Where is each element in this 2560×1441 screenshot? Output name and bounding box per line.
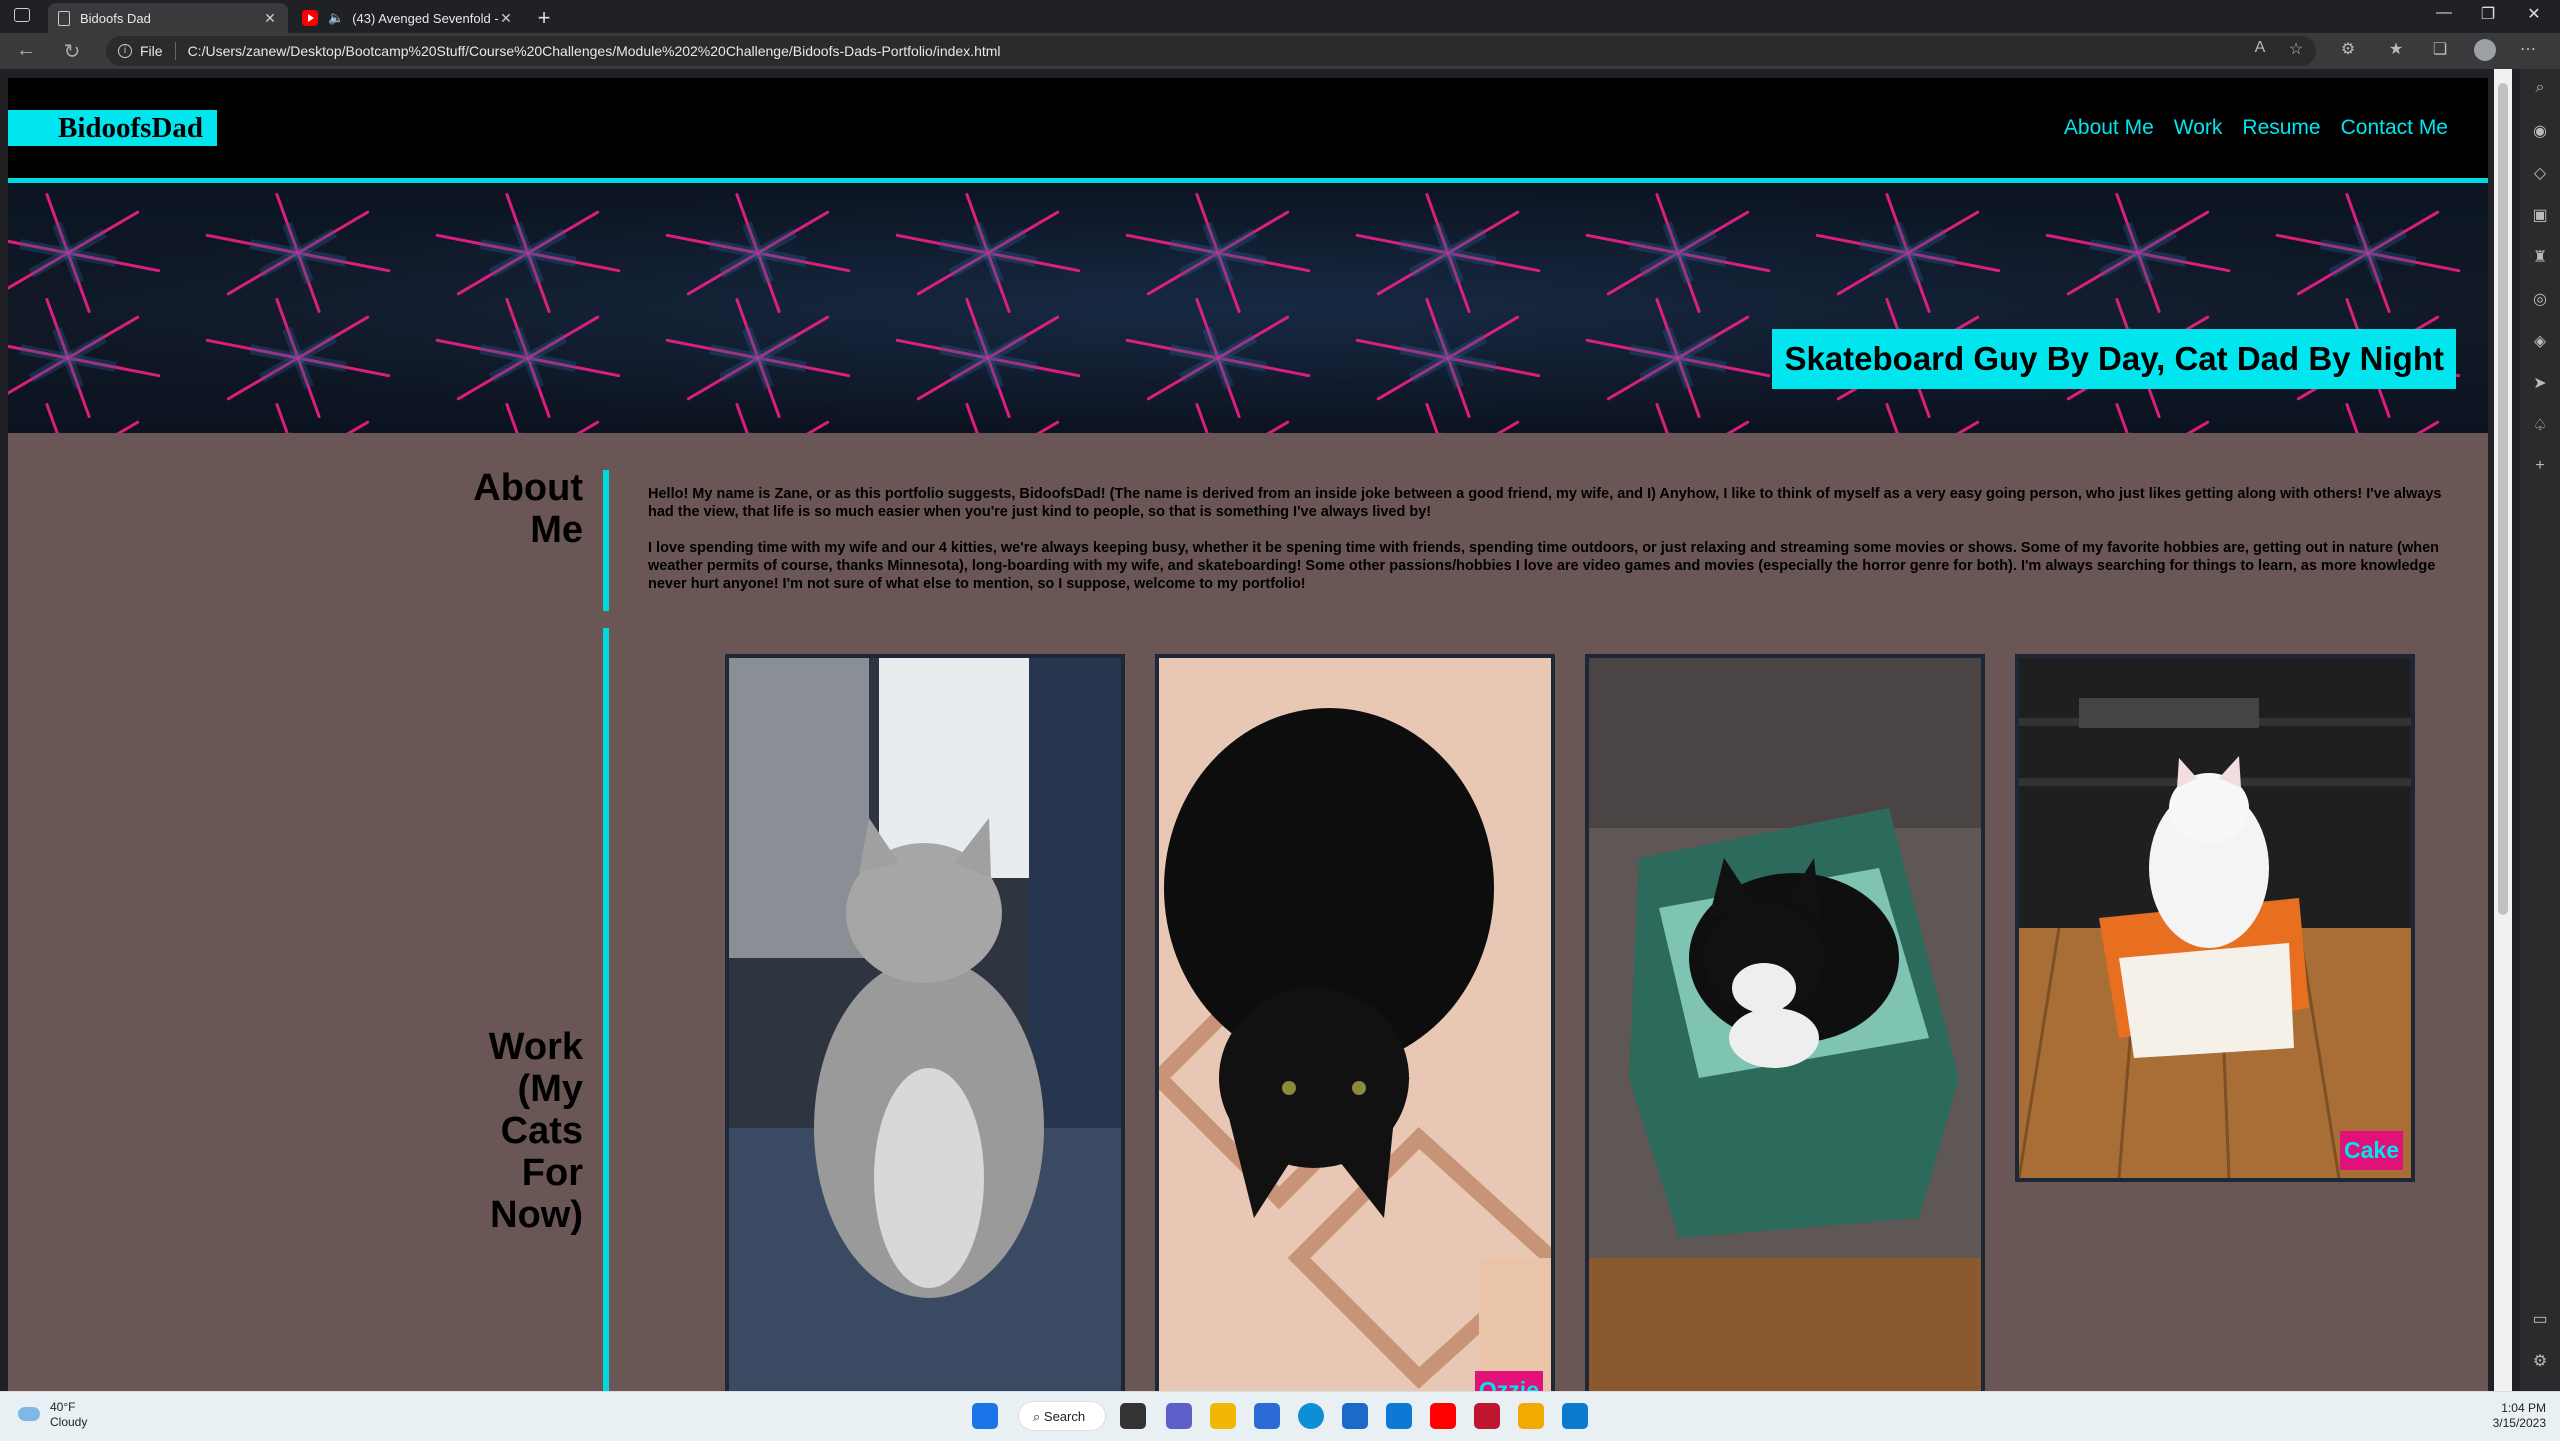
black-cat-photo xyxy=(1159,658,1551,1391)
briefcase-icon[interactable]: ▣ xyxy=(2520,205,2560,225)
geometric-pattern xyxy=(8,193,2461,433)
about-heading: About Me xyxy=(473,467,583,551)
weather-temp: 40°F xyxy=(50,1400,76,1414)
about-text: Hello! My name is Zane, or as this portf… xyxy=(648,485,2468,611)
search-label: Search xyxy=(1043,1409,1086,1424)
gray-tabby-cat-photo xyxy=(729,658,1121,1391)
back-icon[interactable]: ← xyxy=(12,39,40,62)
restore-icon[interactable]: ❐ xyxy=(2468,4,2508,24)
nav-resume[interactable]: Resume xyxy=(2242,116,2320,140)
games-icon[interactable]: ♜ xyxy=(2520,247,2560,267)
close-window-icon[interactable]: ✕ xyxy=(2514,4,2554,24)
bell-icon[interactable]: ♤ xyxy=(2520,415,2560,435)
office-icon[interactable]: ◈ xyxy=(2520,331,2560,351)
collections-icon[interactable]: ❏ xyxy=(2426,39,2454,59)
clock-date: 3/15/2023 xyxy=(2492,1416,2546,1430)
address-bar-row: ← ↻ i File C:/Users/zanew/Desktop/Bootca… xyxy=(0,33,2560,69)
tab-bidoofs-dad[interactable]: Bidoofs Dad ✕ xyxy=(48,3,288,33)
search-icon[interactable]: ⌕ xyxy=(2520,79,2560,97)
weather-desc: Cloudy xyxy=(50,1415,88,1429)
send-icon[interactable]: ➤ xyxy=(2520,373,2560,393)
tag-icon[interactable]: ◇ xyxy=(2520,163,2560,183)
settings-icon[interactable]: ⚙ xyxy=(2520,1351,2560,1371)
scheme-label: File xyxy=(140,43,163,59)
close-tab-icon[interactable]: ✕ xyxy=(498,10,514,27)
address-bar[interactable]: i File C:/Users/zanew/Desktop/Bootcamp%2… xyxy=(106,36,2316,66)
browser-sidebar: ⌕ ◉ ◇ ▣ ♜ ◎ ◈ ➤ ♤ + ▭ ⚙ xyxy=(2520,69,2560,1391)
file-explorer-icon[interactable] xyxy=(1210,1403,1236,1429)
url-text[interactable]: C:/Users/zanew/Desktop/Bootcamp%20Stuff/… xyxy=(188,43,1001,59)
youtube-icon[interactable] xyxy=(1430,1403,1456,1429)
tab-actions-icon[interactable] xyxy=(14,8,30,22)
add-favorite-icon[interactable]: ☆ xyxy=(2282,39,2310,59)
minimize-icon[interactable]: — xyxy=(2424,4,2464,22)
browser-tab-bar: Bidoofs Dad ✕ 🔈 (43) Avenged Sevenfold -… xyxy=(0,0,2560,33)
outlook-icon[interactable] xyxy=(1386,1403,1412,1429)
site-header: BidoofsDad About Me Work Resume Contact … xyxy=(8,78,2488,178)
youtube-icon xyxy=(302,10,318,26)
cat-label: Cake xyxy=(2340,1131,2403,1170)
nav-work[interactable]: Work xyxy=(2174,116,2223,140)
speaker-icon[interactable]: 🔈 xyxy=(328,10,344,26)
panel-icon[interactable]: ▭ xyxy=(2520,1309,2560,1329)
cat-card-tuxedo[interactable] xyxy=(1585,654,1985,1391)
portfolio-page: BidoofsDad About Me Work Resume Contact … xyxy=(8,78,2488,1391)
tuxedo-cat-photo xyxy=(1589,658,1981,1391)
nav-contact-me[interactable]: Contact Me xyxy=(2341,116,2448,140)
taskbar-search[interactable]: ⌕ Search xyxy=(1018,1401,1106,1431)
more-icon[interactable]: ⋯ xyxy=(2514,39,2542,59)
close-tab-icon[interactable]: ✕ xyxy=(262,10,278,27)
favorites-icon[interactable]: ★ xyxy=(2382,39,2410,59)
cat-label: Ozzie xyxy=(1474,1371,1543,1391)
info-icon[interactable]: i xyxy=(118,44,132,58)
app-icon[interactable] xyxy=(1518,1403,1544,1429)
page-icon xyxy=(58,10,70,26)
read-aloud-icon[interactable]: A xyxy=(2246,39,2274,57)
work-heading: Work (My Cats For Now) xyxy=(488,1026,583,1236)
profile-avatar[interactable] xyxy=(2474,39,2496,61)
circle-icon[interactable]: ◎ xyxy=(2520,289,2560,309)
white-cat-in-box-photo xyxy=(2019,658,2411,1178)
about-divider xyxy=(603,470,609,611)
mcafee-icon[interactable] xyxy=(1474,1403,1500,1429)
app-l-icon[interactable] xyxy=(1342,1403,1368,1429)
tab-youtube[interactable]: 🔈 (43) Avenged Sevenfold - N ✕ xyxy=(292,3,524,33)
cat-card-ozzie[interactable]: Ozzie xyxy=(1155,654,1555,1391)
nav-about-me[interactable]: About Me xyxy=(2064,116,2154,140)
weather-widget[interactable]: 40°F Cloudy xyxy=(18,1400,87,1430)
new-tab-button[interactable]: + xyxy=(530,5,558,31)
cat-card-cake[interactable]: Cake xyxy=(2015,654,2415,1182)
start-icon[interactable] xyxy=(972,1403,998,1429)
windows-taskbar: 40°F Cloudy ⌕ Search 1:04 PM 3/15/2023 xyxy=(0,1391,2560,1441)
about-paragraph: Hello! My name is Zane, or as this portf… xyxy=(648,486,2442,520)
cloud-icon xyxy=(18,1407,40,1421)
tab-title: Bidoofs Dad xyxy=(80,10,151,26)
work-divider xyxy=(603,628,609,1391)
tab-title: (43) Avenged Sevenfold - N xyxy=(352,10,498,26)
teams-chat-icon[interactable] xyxy=(1166,1403,1192,1429)
scrollbar-thumb[interactable] xyxy=(2498,83,2508,915)
add-icon[interactable]: + xyxy=(2520,457,2560,475)
edge-icon[interactable] xyxy=(1298,1403,1324,1429)
about-paragraph: I love spending time with my wife and ou… xyxy=(648,540,2440,592)
taskbar-clock[interactable]: 1:04 PM 3/15/2023 xyxy=(2493,1401,2546,1431)
hero-title: Skateboard Guy By Day, Cat Dad By Night xyxy=(1772,329,2456,389)
divider xyxy=(174,42,176,60)
store-icon[interactable] xyxy=(1254,1403,1280,1429)
site-logo[interactable]: BidoofsDad xyxy=(8,110,217,146)
clock-time: 1:04 PM xyxy=(2501,1401,2546,1415)
extensions-icon[interactable]: ⚙ xyxy=(2334,39,2362,59)
hero-banner: Skateboard Guy By Day, Cat Dad By Night xyxy=(8,183,2488,433)
vscode-icon[interactable] xyxy=(1562,1403,1588,1429)
page-scrollbar[interactable] xyxy=(2494,69,2512,1391)
task-view-icon[interactable] xyxy=(1120,1403,1146,1429)
reload-icon[interactable]: ↻ xyxy=(58,39,86,64)
site-nav: About Me Work Resume Contact Me xyxy=(2064,116,2448,140)
cat-card-gray-tabby[interactable] xyxy=(725,654,1125,1391)
bing-chat-icon[interactable]: ◉ xyxy=(2520,121,2560,141)
